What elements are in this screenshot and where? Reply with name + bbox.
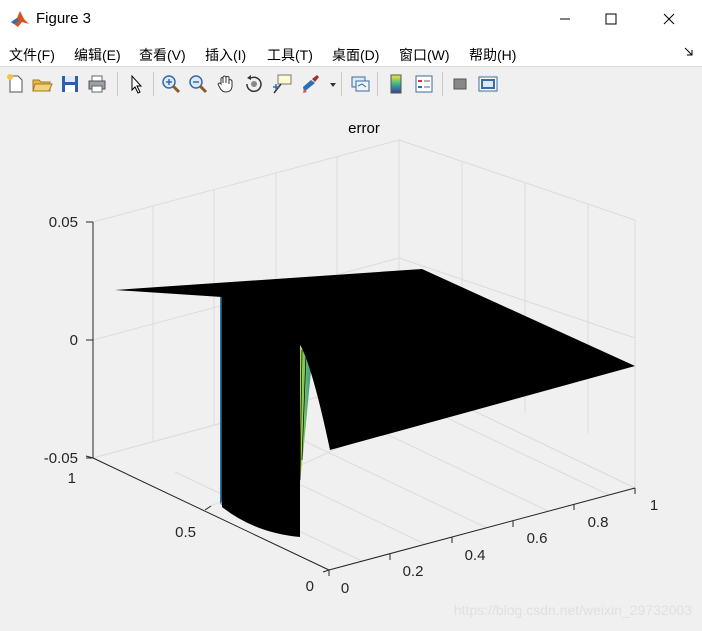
minimize-button[interactable] [542, 0, 588, 38]
brush-dropdown-icon[interactable] [329, 82, 337, 88]
brush-icon[interactable] [299, 73, 321, 95]
x-tick-label: 0.4 [465, 547, 486, 564]
maximize-button[interactable] [588, 0, 634, 38]
minimize-icon [560, 18, 570, 20]
z-tick-label: 0.05 [49, 214, 78, 231]
x-tick-label: 0.6 [527, 530, 548, 547]
maximize-icon [605, 13, 617, 25]
figure-toolbar [0, 66, 702, 103]
show-plot-tools-icon[interactable] [477, 73, 499, 95]
pan-hand-icon[interactable] [215, 73, 237, 95]
menu-bar: 文件(F) 编辑(E) 查看(V) 插入(I) 工具(T) 桌面(D) 窗口(W… [0, 38, 702, 66]
z-tick-label: 0 [70, 332, 78, 349]
plot-title: error [348, 120, 380, 137]
menu-insert[interactable]: 插入(I) [205, 45, 246, 65]
x-tick-label: 1 [650, 497, 658, 514]
figure-canvas: error 0.05 0 -0.05 1 0.5 0 0 0.2 0.4 0.6… [0, 102, 702, 628]
menu-desktop[interactable]: 桌面(D) [332, 45, 379, 65]
window-title: Figure 3 [36, 10, 92, 27]
y-tick-label: 0 [306, 578, 314, 595]
surface-plot-axes[interactable]: error 0.05 0 -0.05 1 0.5 0 0 0.2 0.4 0.6… [0, 102, 702, 628]
zoom-out-icon[interactable] [187, 73, 209, 95]
open-file-icon[interactable] [31, 73, 53, 95]
insert-colorbar-icon[interactable] [385, 73, 407, 95]
z-tick-label: -0.05 [44, 450, 78, 467]
menu-file[interactable]: 文件(F) [9, 45, 55, 65]
link-plot-icon[interactable] [349, 73, 371, 95]
menu-help[interactable]: 帮助(H) [469, 45, 516, 65]
hide-plot-tools-icon[interactable] [449, 73, 471, 95]
watermark: https://blog.csdn.net/weixin_29732003 [453, 602, 692, 618]
y-tick-label: 0.5 [175, 524, 196, 541]
x-axis-ticks: 0 0.2 0.4 0.6 0.8 1 [341, 497, 658, 597]
menu-view[interactable]: 查看(V) [139, 45, 186, 65]
insert-legend-icon[interactable] [413, 73, 435, 95]
y-tick-label: 1 [68, 470, 76, 487]
save-icon[interactable] [59, 73, 81, 95]
x-tick-label: 0.2 [403, 563, 424, 580]
dock-arrow-icon[interactable] [684, 47, 694, 57]
x-tick-label: 0 [341, 580, 349, 597]
rotate-3d-icon[interactable] [243, 73, 265, 95]
close-button[interactable] [646, 0, 692, 38]
toolbar-separator [153, 72, 154, 96]
x-tick-label: 0.8 [588, 514, 609, 531]
toolbar-separator [442, 72, 443, 96]
new-figure-icon[interactable] [5, 73, 27, 95]
print-icon[interactable] [86, 73, 108, 95]
edit-plot-arrow-icon[interactable] [125, 73, 147, 95]
data-cursor-icon[interactable] [271, 73, 293, 95]
zoom-in-icon[interactable] [160, 73, 182, 95]
toolbar-separator [377, 72, 378, 96]
close-icon [663, 13, 675, 25]
menu-window[interactable]: 窗口(W) [399, 45, 450, 65]
title-bar: Figure 3 [0, 0, 702, 38]
toolbar-separator [341, 72, 342, 96]
menu-tools[interactable]: 工具(T) [267, 45, 313, 65]
toolbar-separator [117, 72, 118, 96]
error-surface [115, 269, 635, 537]
menu-edit[interactable]: 编辑(E) [74, 45, 121, 65]
matlab-logo-icon [10, 9, 30, 29]
z-axis-ticks: 0.05 0 -0.05 [44, 214, 78, 467]
